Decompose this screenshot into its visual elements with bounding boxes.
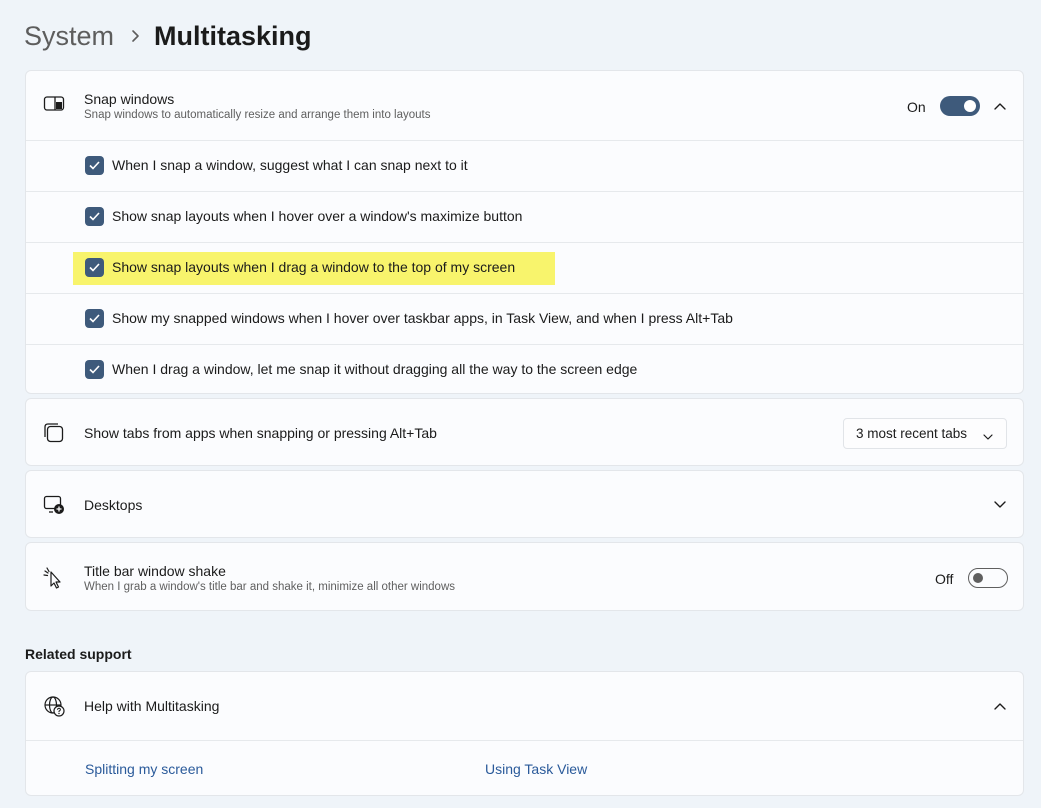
snap-windows-header[interactable]: Snap windows Snap windows to automatical… xyxy=(26,71,1023,140)
chevron-down-icon xyxy=(983,429,993,440)
chevron-up-icon[interactable] xyxy=(993,699,1007,713)
help-globe-icon xyxy=(43,695,65,717)
snap-windows-title: Snap windows xyxy=(84,91,175,107)
help-header[interactable]: Help with Multitasking xyxy=(26,672,1023,740)
snap-option-row: Show snap layouts when I hover over a wi… xyxy=(26,191,1023,243)
chevron-right-icon xyxy=(130,29,140,43)
snap-option-label: Show snap layouts when I hover over a wi… xyxy=(112,208,523,224)
help-links-row: Splitting my screen Using Task View xyxy=(26,740,1023,797)
desktops-title: Desktops xyxy=(84,497,143,513)
snap-windows-desc: Snap windows to automatically resize and… xyxy=(84,109,431,121)
snap-option-row: Show my snapped windows when I hover ove… xyxy=(26,293,1023,345)
window-shake-state: Off xyxy=(935,571,954,587)
show-tabs-title: Show tabs from apps when snapping or pre… xyxy=(84,425,437,441)
show-tabs-selected: 3 most recent tabs xyxy=(856,426,968,441)
snap-windows-state: On xyxy=(907,99,926,115)
snap-option-label: Show my snapped windows when I hover ove… xyxy=(112,310,733,326)
help-card: Help with Multitasking Splitting my scre… xyxy=(25,671,1024,796)
desktops-card[interactable]: Desktops xyxy=(25,470,1024,538)
snap-option-row: When I drag a window, let me snap it wit… xyxy=(26,344,1023,396)
link-splitting-screen[interactable]: Splitting my screen xyxy=(85,761,203,777)
link-using-task-view[interactable]: Using Task View xyxy=(485,761,587,777)
show-tabs-dropdown[interactable]: 3 most recent tabs xyxy=(843,418,1007,449)
page-title: Multitasking xyxy=(154,20,312,51)
chevron-up-icon[interactable] xyxy=(993,99,1007,113)
window-shake-desc: When I grab a window's title bar and sha… xyxy=(84,581,456,593)
checkbox[interactable] xyxy=(85,360,104,379)
chevron-down-icon[interactable] xyxy=(993,498,1007,512)
snap-option-label: When I snap a window, suggest what I can… xyxy=(112,157,468,173)
window-shake-title: Title bar window shake xyxy=(84,563,226,579)
related-support-heading: Related support xyxy=(25,646,132,662)
desktops-icon xyxy=(43,494,65,516)
breadcrumb: System Multitasking xyxy=(24,16,312,56)
snap-option-label: When I drag a window, let me snap it wit… xyxy=(112,361,638,377)
help-title: Help with Multitasking xyxy=(84,698,220,714)
checkbox[interactable] xyxy=(85,156,104,175)
breadcrumb-system[interactable]: System xyxy=(24,21,114,52)
shake-icon xyxy=(43,567,65,589)
show-tabs-card: Show tabs from apps when snapping or pre… xyxy=(25,398,1024,466)
snap-windows-icon xyxy=(43,93,65,115)
snap-option-row: Show snap layouts when I drag a window t… xyxy=(26,242,1023,294)
window-shake-toggle[interactable] xyxy=(968,568,1008,588)
checkbox[interactable] xyxy=(85,258,104,277)
snap-option-row: When I snap a window, suggest what I can… xyxy=(26,140,1023,192)
tabs-icon xyxy=(43,422,65,444)
checkbox[interactable] xyxy=(85,309,104,328)
snap-windows-card: Snap windows Snap windows to automatical… xyxy=(25,70,1024,394)
snap-windows-toggle[interactable] xyxy=(940,96,980,116)
window-shake-card: Title bar window shake When I grab a win… xyxy=(25,542,1024,611)
snap-option-label: Show snap layouts when I drag a window t… xyxy=(112,259,516,275)
checkbox[interactable] xyxy=(85,207,104,226)
